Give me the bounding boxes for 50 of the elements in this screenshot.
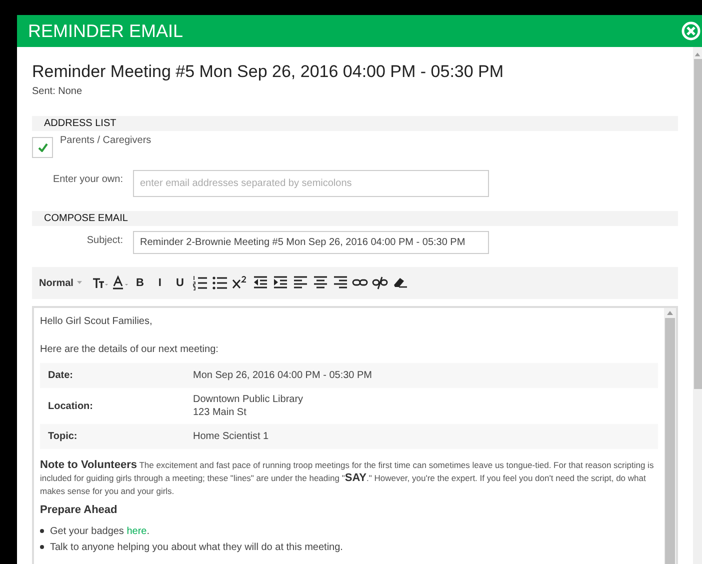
- detail-label: Topic:: [48, 430, 78, 444]
- outdent-icon: [252, 275, 268, 291]
- text-color-icon: [112, 275, 128, 291]
- align-right-icon: [332, 275, 348, 291]
- scroll-thumb[interactable]: [694, 59, 702, 389]
- checkbox[interactable]: [32, 137, 53, 158]
- subject-input-field[interactable]: Reminder 2-Brownie Meeting #5 Mon Sep 26, 2016 04:00 PM - 05:30 PM: [133, 231, 489, 254]
- text-size-icon: [92, 275, 108, 291]
- editor-area[interactable]: [32, 306, 678, 564]
- detail-value: 123 Main St: [193, 406, 248, 419]
- bullet-list-icon: [212, 275, 228, 291]
- note-paragraph: Note to Volunteers The excitement and fast pace of running troop meetings for the first time can sometimes leave us tongue-tied. For that reason scripting is included for guiding girls through a meeting; these "lines" are under the heading "SAY." However, you're the expert. If you feel you don't need the script, do what makes sense for you and your girls.: [40, 459, 655, 498]
- close-icon[interactable]: [681, 21, 701, 41]
- list-item-text: Get your badges here.: [50, 524, 150, 538]
- intro-text: Here are the details of our next meeting:: [40, 343, 220, 357]
- list-item-text: Talk to anyone helping you about what they will do at this meeting.: [50, 540, 343, 554]
- checkbox-label: Parents / Caregivers: [60, 134, 152, 148]
- numbered-list-icon: [192, 275, 208, 291]
- format-button[interactable]: I: [150, 273, 170, 293]
- detail-label: Location:: [48, 400, 94, 414]
- field-label: Subject:: [86, 234, 124, 248]
- bullet-icon: [40, 528, 44, 532]
- align-left-icon: [292, 275, 308, 291]
- format-button[interactable]: U: [170, 273, 190, 293]
- email-input-field[interactable]: enter email addresses separated by semicolons: [133, 170, 489, 197]
- greeting-text: Hello Girl Scout Families,: [40, 315, 154, 329]
- caret-icon: [77, 281, 82, 285]
- field-label: Enter your own:: [52, 173, 124, 187]
- bullet-icon: [40, 544, 44, 548]
- unlink-icon: [372, 275, 388, 291]
- detail-value: Downtown Public Library: [193, 393, 304, 406]
- detail-value: Home Scientist 1: [193, 430, 269, 443]
- superscript-icon: [232, 275, 248, 291]
- section-title: COMPOSE EMAIL: [44, 212, 128, 226]
- dialog-title: REMINDER EMAIL: [28, 20, 184, 42]
- indent-icon: [272, 275, 288, 291]
- detail-value: Mon Sep 26, 2016 04:00 PM - 05:30 PM: [193, 369, 372, 382]
- detail-label: Date:: [48, 369, 74, 383]
- format-dropdown[interactable]: Normal: [36, 273, 86, 293]
- checkmark-icon: [38, 143, 48, 152]
- scrollbar[interactable]: [664, 308, 676, 564]
- section-title: ADDRESS LIST: [44, 117, 116, 131]
- numbered-list-button[interactable]: [190, 273, 210, 293]
- align-center-icon: [312, 275, 328, 291]
- meeting-heading: Reminder Meeting #5 Mon Sep 26, 2016 04:00 PM - 05:30 PM: [32, 61, 505, 83]
- format-button[interactable]: B: [130, 273, 150, 293]
- sent-status: Sent: None: [32, 85, 84, 99]
- scrollbar[interactable]: [693, 47, 702, 564]
- scroll-thumb[interactable]: [665, 318, 675, 564]
- section-heading: Prepare Ahead: [40, 503, 118, 518]
